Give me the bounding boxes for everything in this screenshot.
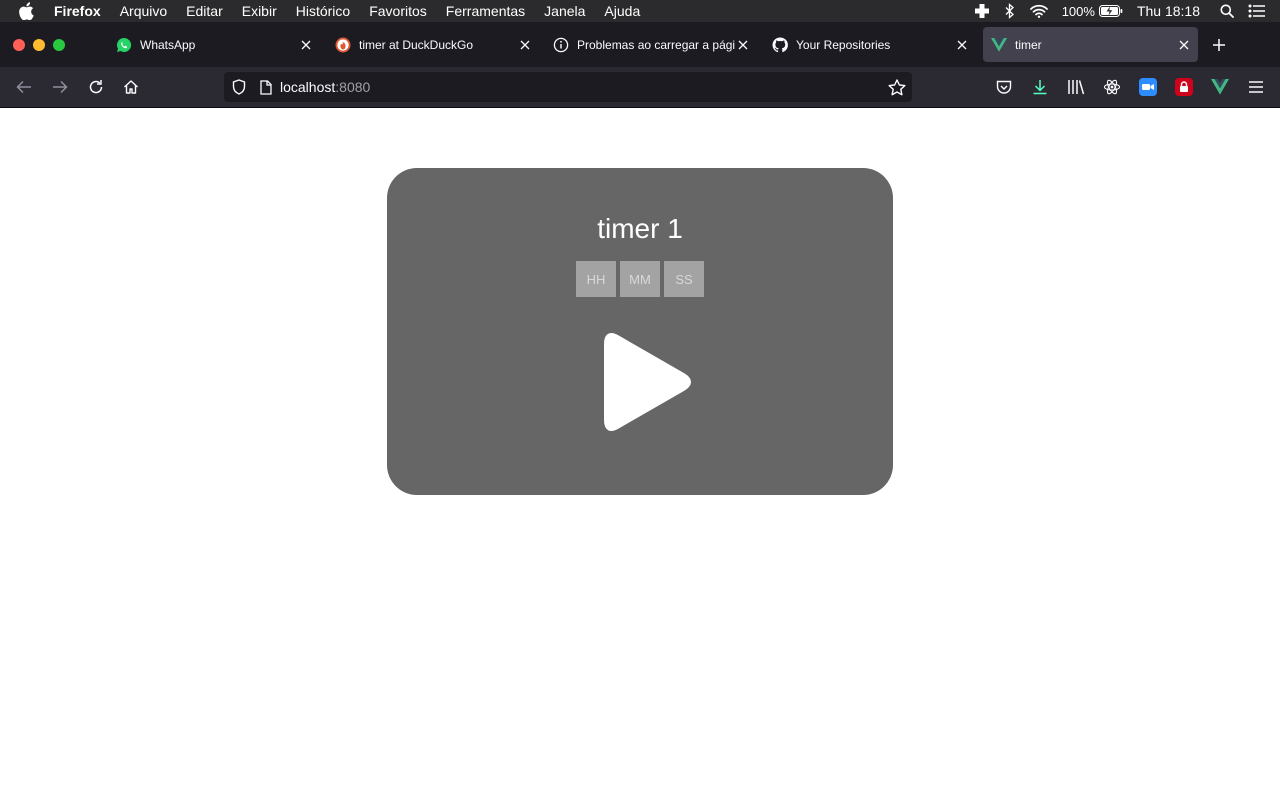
- menubar-clock[interactable]: Thu 18:18: [1137, 3, 1200, 19]
- menu-arquivo[interactable]: Arquivo: [120, 3, 167, 19]
- shield-icon[interactable]: [232, 79, 248, 95]
- new-tab-icon[interactable]: [1210, 36, 1228, 54]
- tab-title: timer at DuckDuckGo: [359, 37, 474, 52]
- tab-title: Problemas ao carregar a página: [577, 37, 735, 52]
- page-info-icon[interactable]: [260, 79, 274, 95]
- vue-devtools-icon[interactable]: [1210, 77, 1230, 97]
- wifi-icon[interactable]: [1029, 4, 1048, 18]
- forward-arrow-icon[interactable]: [50, 77, 70, 97]
- reload-icon[interactable]: [86, 77, 106, 97]
- play-icon: [604, 333, 691, 431]
- lock-extension-icon[interactable]: [1174, 77, 1194, 97]
- battery-percent: 100%: [1061, 3, 1095, 19]
- url-host: localhost: [280, 79, 336, 95]
- menu-ferramentas[interactable]: Ferramentas: [446, 3, 525, 19]
- tab-title: timer: [1015, 37, 1042, 52]
- github-icon: [772, 36, 788, 53]
- window-close-button[interactable]: [13, 39, 25, 51]
- home-icon[interactable]: [121, 77, 141, 97]
- hamburger-menu-icon[interactable]: [1246, 77, 1266, 97]
- tab-problemas[interactable]: Problemas ao carregar a página: [545, 27, 757, 62]
- menu-favoritos[interactable]: Favoritos: [369, 3, 427, 19]
- tab-close-icon[interactable]: [298, 37, 314, 53]
- control-center-icon[interactable]: [1248, 4, 1266, 18]
- react-devtools-icon[interactable]: [1102, 77, 1122, 97]
- seconds-input[interactable]: [664, 261, 704, 297]
- url-port: :8080: [335, 79, 371, 95]
- url-bar[interactable]: localhost:8080: [224, 72, 912, 102]
- timer-title: timer 1: [597, 213, 683, 244]
- minutes-input[interactable]: [620, 261, 660, 297]
- menu-janela[interactable]: Janela: [544, 3, 585, 19]
- play-button[interactable]: [595, 328, 695, 432]
- hours-input[interactable]: [576, 261, 616, 297]
- pocket-icon[interactable]: [994, 77, 1014, 97]
- menu-ajuda[interactable]: Ajuda: [604, 3, 640, 19]
- menu-historico[interactable]: Histórico: [296, 3, 350, 19]
- vue-icon: [991, 37, 1007, 53]
- zoom-camera-icon[interactable]: [1138, 77, 1158, 97]
- duckduckgo-icon: [335, 37, 351, 53]
- macos-menu-bar: Firefox Arquivo Editar Exibir Histórico …: [0, 0, 1280, 22]
- back-arrow-icon[interactable]: [14, 77, 34, 97]
- time-inputs: [576, 261, 708, 297]
- tab-close-icon[interactable]: [954, 37, 970, 53]
- bluetooth-icon[interactable]: [1004, 3, 1016, 19]
- whatsapp-icon: [116, 37, 132, 53]
- tab-timer[interactable]: timer: [983, 27, 1198, 62]
- library-icon[interactable]: [1066, 77, 1086, 97]
- tab-close-icon[interactable]: [517, 37, 533, 53]
- apple-icon[interactable]: [18, 2, 36, 20]
- menu-exibir[interactable]: Exibir: [242, 3, 277, 19]
- navigation-toolbar: localhost:8080: [0, 67, 1280, 108]
- tab-your-repositories[interactable]: Your Repositories: [764, 27, 976, 62]
- menu-app-name[interactable]: Firefox: [54, 3, 101, 19]
- tab-whatsapp[interactable]: WhatsApp: [108, 27, 320, 62]
- bookmark-star-icon[interactable]: [888, 78, 906, 96]
- tab-title: Your Repositories: [796, 37, 891, 52]
- tab-duckduckgo[interactable]: timer at DuckDuckGo: [327, 27, 539, 62]
- spotlight-search-icon[interactable]: [1220, 4, 1234, 18]
- medical-cross-icon[interactable]: [974, 3, 990, 19]
- window-zoom-button[interactable]: [53, 39, 65, 51]
- tab-close-icon[interactable]: [1176, 37, 1192, 53]
- tab-close-icon[interactable]: [735, 37, 751, 53]
- window-minimize-button[interactable]: [33, 39, 45, 51]
- tab-strip: WhatsApp timer at DuckDuckGo Problemas a…: [0, 22, 1280, 67]
- tab-title: WhatsApp: [140, 37, 196, 52]
- downloads-icon[interactable]: [1030, 77, 1050, 97]
- battery-charging-icon[interactable]: [1098, 5, 1123, 17]
- menu-editar[interactable]: Editar: [186, 3, 223, 19]
- timer-card: timer 1: [387, 168, 893, 495]
- info-icon: [553, 37, 569, 53]
